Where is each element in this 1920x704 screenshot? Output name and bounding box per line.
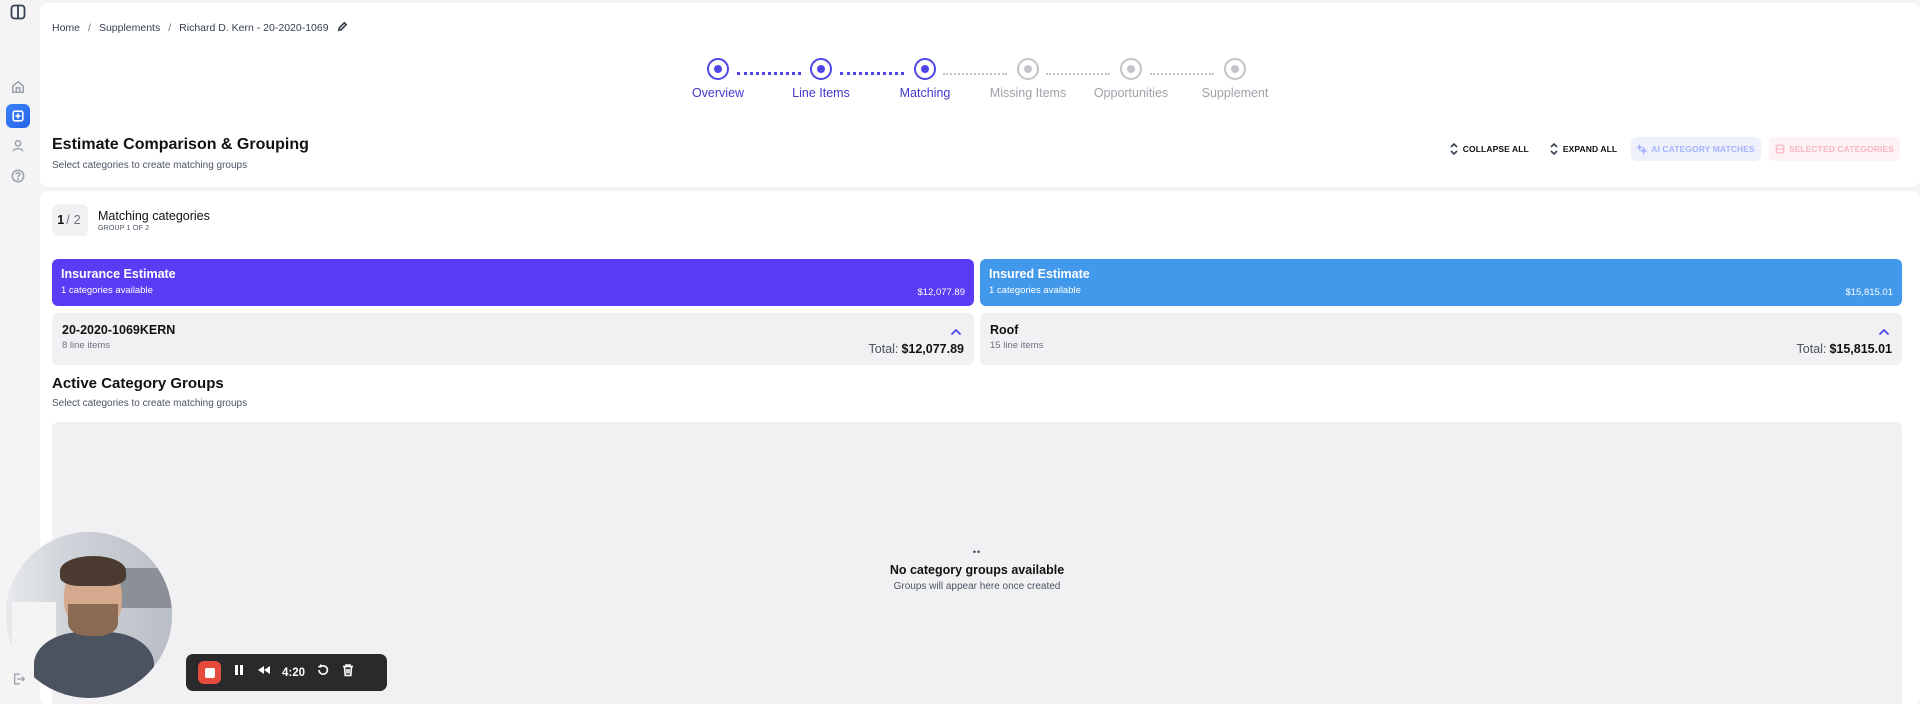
matching-subtitle: GROUP 1 OF 2	[98, 225, 150, 232]
webcam-preview[interactable]	[6, 532, 172, 698]
step-opportunities[interactable]: Opportunities	[1071, 58, 1191, 100]
recording-toolbar: 4:20	[186, 654, 387, 691]
step-indicator-icon	[914, 58, 936, 80]
webcam-person-hair	[60, 556, 126, 586]
insurance-estimate-title: Insurance Estimate	[61, 267, 176, 281]
help-icon[interactable]	[10, 168, 26, 184]
chevrons-updown-icon	[1550, 143, 1558, 155]
total-label: Total:	[868, 342, 899, 356]
step-indicator-icon	[810, 58, 832, 80]
step-overview[interactable]: Overview	[658, 58, 778, 100]
step-label: Matching	[899, 86, 951, 100]
insured-estimate-header: Insured Estimate 1 categories available …	[980, 259, 1902, 306]
restart-icon[interactable]	[316, 663, 330, 682]
category-line-count: 8 line items	[62, 340, 111, 351]
step-line-items[interactable]: Line Items	[761, 58, 881, 100]
chevron-up-icon[interactable]	[1878, 323, 1890, 341]
insured-estimate-available: 1 categories available	[989, 285, 1081, 296]
category-total: Total: $12,077.89	[869, 342, 964, 356]
insured-estimate-title: Insured Estimate	[989, 267, 1090, 281]
step-label: Line Items	[792, 86, 850, 100]
empty-state-title: No category groups available	[889, 563, 1065, 577]
grid-icon	[1775, 144, 1785, 154]
category-name: 20-2020-1069KERN	[62, 323, 176, 337]
breadcrumb: Home / Supplements / Richard D. Kern - 2…	[52, 21, 348, 35]
category-total: Total: $15,815.01	[1797, 342, 1892, 356]
counter-total: 2	[73, 213, 81, 227]
breadcrumb-supplements[interactable]: Supplements	[99, 22, 160, 34]
group-counter: 1 / 2	[52, 204, 88, 236]
category-line-count: 15 line items	[990, 340, 1044, 351]
page-subtitle: Select categories to create matching gro…	[52, 160, 248, 171]
webcam-cabinet	[118, 568, 172, 608]
breadcrumb-current: Richard D. Kern - 20-2020-1069	[179, 22, 329, 34]
step-indicator-icon	[1120, 58, 1142, 80]
user-icon[interactable]	[10, 138, 26, 154]
recording-time: 4:20	[282, 666, 306, 679]
matching-card: 1 / 2 Matching categories GROUP 1 OF 2 I…	[40, 191, 1920, 704]
toolbar-actions: COLLAPSE ALL EXPAND ALL AI CATEGORY MATC…	[1443, 137, 1900, 161]
insurance-estimate-available: 1 categories available	[61, 285, 153, 296]
sparkle-icon	[1637, 143, 1648, 155]
breadcrumb-separator: /	[88, 22, 91, 34]
step-label: Missing Items	[989, 86, 1067, 100]
counter-current: 1	[57, 213, 65, 227]
progress-stepper: Overview Line Items Matching Missing Ite…	[40, 58, 1920, 108]
matching-title: Matching categories	[98, 209, 210, 223]
expand-all-label: EXPAND ALL	[1562, 144, 1618, 154]
active-groups-subtitle: Select categories to create matching gro…	[52, 398, 248, 409]
step-label: Opportunities	[1093, 86, 1169, 100]
active-groups-title: Active Category Groups	[52, 375, 224, 392]
total-value: $15,815.01	[1829, 342, 1892, 356]
empty-state-icon: ••	[972, 547, 982, 557]
insurance-category-item[interactable]: 20-2020-1069KERN 8 line items Total: $12,…	[52, 313, 974, 365]
selected-categories-label: SELECTED CATEGORIES	[1788, 144, 1894, 154]
chevrons-updown-icon	[1450, 143, 1458, 155]
collapse-all-label: COLLAPSE ALL	[1462, 144, 1529, 154]
step-indicator-icon	[707, 58, 729, 80]
sidebar-toggle-icon[interactable]	[10, 4, 26, 20]
step-indicator-icon	[1224, 58, 1246, 80]
total-value: $12,077.89	[901, 342, 964, 356]
add-document-icon[interactable]	[6, 104, 30, 128]
webcam-person-beard	[68, 604, 118, 636]
step-missing-items[interactable]: Missing Items	[968, 58, 1088, 100]
counter-separator: /	[66, 213, 70, 227]
webcam-person-body	[34, 632, 154, 698]
category-name: Roof	[990, 323, 1019, 337]
breadcrumb-home[interactable]: Home	[52, 22, 80, 34]
insured-category-item[interactable]: Roof 15 line items Total: $15,815.01	[980, 313, 1902, 365]
insurance-estimate-header: Insurance Estimate 1 categories availabl…	[52, 259, 974, 306]
delete-icon[interactable]	[341, 663, 355, 682]
ai-category-matches-label: AI CATEGORY MATCHES	[1651, 144, 1755, 154]
insurance-estimate-amount: $12,077.89	[917, 287, 965, 298]
step-label: Overview	[691, 86, 745, 100]
collapse-all-button[interactable]: COLLAPSE ALL	[1443, 137, 1535, 161]
insured-estimate-amount: $15,815.01	[1845, 287, 1893, 298]
breadcrumb-separator: /	[168, 22, 172, 34]
chevron-up-icon[interactable]	[950, 323, 962, 341]
empty-state-subtitle: Groups will appear here once created	[893, 581, 1061, 592]
edit-pencil-icon[interactable]	[337, 21, 348, 35]
pause-icon[interactable]	[232, 663, 246, 682]
step-matching[interactable]: Matching	[865, 58, 985, 100]
total-label: Total:	[1796, 342, 1827, 356]
step-indicator-icon	[1017, 58, 1039, 80]
selected-categories-button[interactable]: SELECTED CATEGORIES	[1768, 137, 1900, 161]
expand-all-button[interactable]: EXPAND ALL	[1543, 137, 1623, 161]
page-title: Estimate Comparison & Grouping	[52, 136, 309, 153]
step-supplement[interactable]: Supplement	[1175, 58, 1295, 100]
home-icon[interactable]	[10, 79, 26, 95]
rewind-icon[interactable]	[257, 663, 271, 682]
ai-category-matches-button[interactable]: AI CATEGORY MATCHES	[1631, 137, 1761, 161]
header-card: Home / Supplements / Richard D. Kern - 2…	[40, 3, 1920, 187]
step-label: Supplement	[1201, 86, 1269, 100]
stop-recording-button[interactable]	[198, 661, 221, 684]
